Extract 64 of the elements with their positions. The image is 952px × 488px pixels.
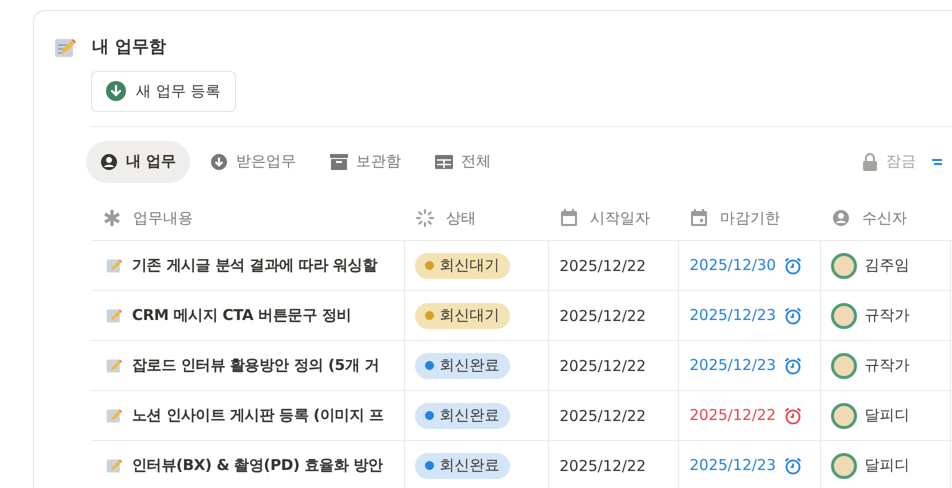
status-tag: 회신완료: [414, 402, 510, 428]
download-circle-icon: [106, 81, 126, 101]
start-date: 2025/12/22: [558, 306, 646, 324]
due-date: 2025/12/23: [690, 305, 776, 326]
spinner-icon: [416, 209, 434, 228]
tab[interactable]: 내 업무: [86, 140, 190, 182]
calendar-icon: [560, 209, 578, 228]
assignee-name: 규작가: [864, 305, 910, 326]
memo-pencil-icon: [106, 408, 122, 424]
task-title[interactable]: 기존 게시글 분석 결과에 따라 워싱할: [132, 254, 378, 277]
avatar: [830, 452, 856, 478]
tab[interactable]: 받은업무: [196, 140, 310, 182]
alarm-clock-icon: [784, 306, 802, 324]
assignee-name: 규작가: [864, 355, 910, 376]
task-title[interactable]: 인터뷰(BX) & 촬영(PD) 효율화 방안: [132, 454, 383, 477]
tab[interactable]: 전체: [421, 140, 506, 182]
avatar: [830, 402, 856, 428]
due-date: 2025/12/22: [690, 405, 776, 426]
alarm-clock-icon: [784, 356, 802, 374]
memo-pencil-icon: [106, 258, 122, 274]
person-circle-icon: [832, 209, 850, 228]
start-date: 2025/12/22: [558, 356, 646, 374]
due-date: 2025/12/23: [690, 455, 776, 476]
calendar-icon: [690, 209, 708, 228]
assignee-name: 달피디: [864, 455, 910, 476]
memo-pencil-icon: [106, 458, 122, 474]
status-tag: 회신대기: [414, 302, 510, 328]
start-date: 2025/12/22: [558, 406, 646, 424]
assignee-name: 달피디: [864, 405, 910, 426]
avatar: [830, 302, 856, 328]
person-circle-icon: [100, 152, 118, 170]
task-title[interactable]: 노션 인사이트 게시판 등록 (이미지 프: [132, 404, 384, 427]
page-title: 내 업무함: [92, 36, 166, 59]
avatar: [830, 252, 856, 278]
download-circle-icon: [210, 152, 228, 170]
table-grid-icon: [435, 154, 454, 168]
alarm-clock-icon: [784, 456, 802, 474]
task-title[interactable]: 잡로드 인터뷰 활용방안 정의 (5개 거: [132, 354, 380, 377]
due-date: 2025/12/30: [690, 255, 776, 276]
archive-box-icon: [330, 154, 348, 170]
memo-pencil-icon: [106, 358, 122, 374]
new-task-button[interactable]: 새 업무 등록: [91, 70, 236, 112]
assignee-name: 김주임: [864, 255, 910, 276]
lock-icon: [862, 152, 878, 170]
start-date: 2025/12/22: [558, 456, 646, 474]
tab[interactable]: 보관함: [316, 140, 416, 182]
column-header[interactable]: 마감기한: [720, 207, 780, 230]
memo-pencil-icon: [54, 36, 76, 59]
lock-label[interactable]: 잠금: [886, 150, 916, 173]
due-date: 2025/12/23: [690, 355, 776, 376]
status-tag: 회신완료: [414, 352, 510, 378]
status-tag: 회신대기: [414, 252, 510, 278]
asterisk-icon: [103, 209, 121, 228]
column-header[interactable]: 업무내용: [133, 207, 193, 230]
start-date: 2025/12/22: [558, 256, 646, 274]
memo-pencil-icon: [106, 308, 122, 324]
column-header[interactable]: 수신자: [862, 207, 907, 230]
column-header[interactable]: 시작일자: [590, 207, 650, 230]
task-title[interactable]: CRM 메시지 CTA 버튼문구 정비: [132, 304, 352, 327]
status-tag: 회신완료: [414, 452, 510, 478]
avatar: [830, 352, 856, 378]
alarm-clock-icon: [784, 256, 802, 274]
alarm-clock-icon: [784, 406, 802, 424]
column-header[interactable]: 상태: [446, 207, 476, 230]
